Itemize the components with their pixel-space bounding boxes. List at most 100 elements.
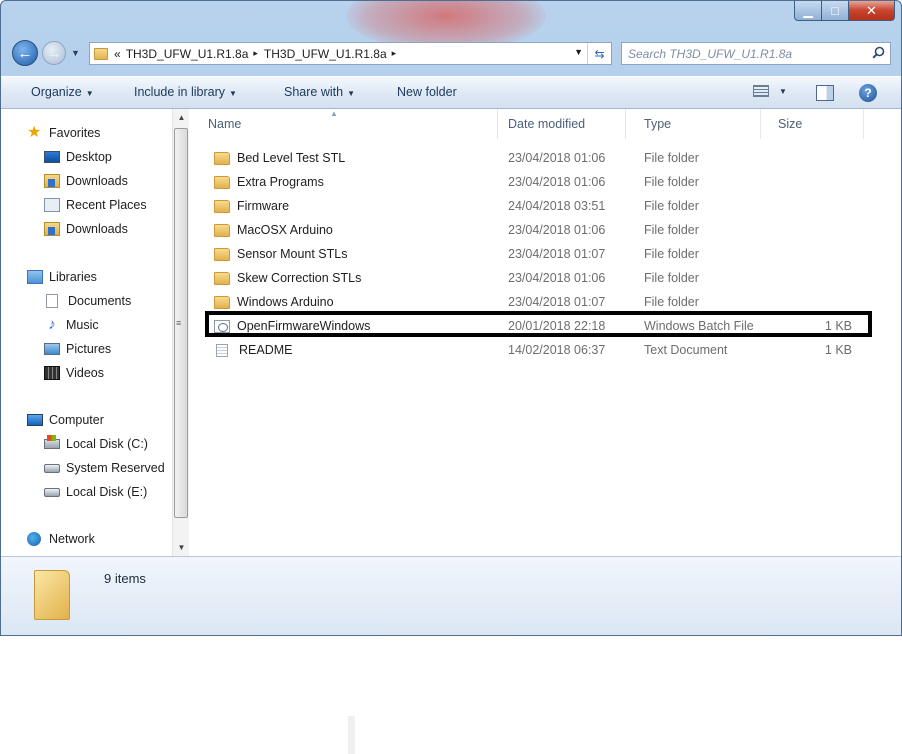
preview-pane-button[interactable] xyxy=(816,85,834,101)
include-in-library-label: Include in library xyxy=(134,85,226,99)
file-type: File folder xyxy=(644,247,699,261)
nav-item-local-disk-c[interactable]: Local Disk (C:) xyxy=(44,434,148,454)
nav-favorites[interactable]: ★ Favorites xyxy=(27,123,100,143)
nav-network[interactable]: Network xyxy=(27,529,95,549)
forward-button[interactable]: → xyxy=(42,41,66,65)
search-input[interactable]: Search TH3D_UFW_U1.R1.8a xyxy=(621,42,891,65)
system-disk-icon xyxy=(44,435,60,449)
file-row[interactable]: OpenFirmwareWindows 20/01/2018 22:18 Windo… xyxy=(210,314,862,338)
downloads-icon xyxy=(44,222,60,236)
star-icon: ★ xyxy=(27,124,42,141)
column-header-name[interactable]: Name ▲ xyxy=(191,109,498,139)
nav-label: Desktop xyxy=(66,150,112,164)
nav-item-desktop[interactable]: Desktop xyxy=(44,147,112,167)
content-area: ★ Favorites Desktop Downloads Recent Pla… xyxy=(1,109,901,556)
file-date-modified: 23/04/2018 01:07 xyxy=(508,247,606,261)
search-icon[interactable] xyxy=(872,46,885,59)
file-date-modified: 24/04/2018 03:51 xyxy=(508,199,606,213)
nav-item-pictures[interactable]: Pictures xyxy=(44,339,111,359)
file-type: File folder xyxy=(644,199,699,213)
breadcrumb-separator-icon[interactable]: ▸ xyxy=(392,48,397,59)
item-count: 9 items xyxy=(104,571,146,586)
file-row[interactable]: Sensor Mount STLs 23/04/2018 01:07 File fo… xyxy=(210,242,862,266)
close-button[interactable]: ✕ xyxy=(849,1,895,21)
scroll-down-button[interactable]: ▼ xyxy=(173,539,190,556)
folder-icon xyxy=(214,247,230,261)
nav-label: Local Disk (E:) xyxy=(66,485,148,499)
file-name: Firmware xyxy=(237,199,290,213)
file-row[interactable]: Windows Arduino 23/04/2018 01:07 File fold… xyxy=(210,290,862,314)
chevron-down-icon: ▼ xyxy=(85,89,94,98)
column-header-type[interactable]: Type xyxy=(627,109,761,139)
address-row: ← → ▼ « TH3D_UFW_U1.R1.8a ▸ TH3D_UFW_U1.… xyxy=(1,39,901,69)
file-row[interactable]: Firmware 24/04/2018 03:51 File folder xyxy=(210,194,862,218)
file-row[interactable]: Bed Level Test STL 23/04/2018 01:06 File f… xyxy=(210,146,862,170)
navigation-scrollbar[interactable]: ▲ ≡ ▼ xyxy=(172,109,189,556)
chevron-down-icon: ▼ xyxy=(779,86,787,96)
file-name-cell: Bed Level Test STL xyxy=(214,146,345,170)
include-in-library-menu[interactable]: Include in library ▼ xyxy=(134,85,237,99)
file-date-modified: 23/04/2018 01:07 xyxy=(508,295,606,309)
nav-item-local-disk-e[interactable]: Local Disk (E:) xyxy=(44,482,147,502)
search-placeholder: Search TH3D_UFW_U1.R1.8a xyxy=(628,46,793,61)
nav-label: Network xyxy=(49,532,95,546)
nav-item-documents[interactable]: Documents xyxy=(44,291,131,311)
nav-label: Music xyxy=(66,318,99,332)
nav-item-recent-places[interactable]: Recent Places xyxy=(44,195,147,215)
file-name: Windows Arduino xyxy=(237,295,334,309)
column-header-date-modified[interactable]: Date modified xyxy=(491,109,626,139)
nav-label: Pictures xyxy=(66,342,112,356)
address-bar[interactable]: « TH3D_UFW_U1.R1.8a ▸ TH3D_UFW_U1.R1.8a … xyxy=(89,42,612,65)
file-date-modified: 20/01/2018 22:18 xyxy=(508,319,606,333)
videos-icon xyxy=(44,366,60,380)
back-button[interactable]: ← xyxy=(12,40,38,66)
nav-libraries[interactable]: Libraries xyxy=(27,267,97,287)
share-with-menu[interactable]: Share with ▼ xyxy=(284,85,355,99)
file-row[interactable]: README 14/02/2018 06:37 Text Document 1 KB xyxy=(210,338,862,362)
help-button[interactable]: ? xyxy=(859,84,877,102)
nav-item-videos[interactable]: Videos xyxy=(44,363,104,383)
refresh-icon: ⇆ xyxy=(594,46,605,61)
breadcrumb-overflow[interactable]: « xyxy=(114,47,121,61)
organize-menu[interactable]: Organize ▼ xyxy=(31,85,94,99)
breadcrumb-separator-icon[interactable]: ▸ xyxy=(253,48,258,59)
file-row[interactable]: Skew Correction STLs 23/04/2018 01:06 File… xyxy=(210,266,862,290)
nav-item-music[interactable]: ♪ Music xyxy=(44,315,99,335)
file-date-modified: 23/04/2018 01:06 xyxy=(508,151,606,165)
nav-item-system-reserved[interactable]: System Reserved xyxy=(44,458,165,478)
nav-item-downloads[interactable]: Downloads xyxy=(44,219,128,239)
file-name-cell: Windows Arduino xyxy=(214,290,334,314)
maximize-button[interactable]: □ xyxy=(822,1,849,21)
details-pane: 9 items xyxy=(1,556,901,635)
computer-icon xyxy=(27,414,43,426)
arrow-left-icon: ← xyxy=(17,44,33,62)
file-row[interactable]: Extra Programs 23/04/2018 01:06 File folde… xyxy=(210,170,862,194)
breadcrumb-item[interactable]: TH3D_UFW_U1.R1.8a xyxy=(126,47,249,61)
minimize-button[interactable]: ▁ xyxy=(794,1,822,21)
recent-pages-dropdown[interactable]: ▼ xyxy=(71,48,80,58)
file-row[interactable]: MacOSX Arduino 23/04/2018 01:06 File folde… xyxy=(210,218,862,242)
folder-icon xyxy=(214,271,230,285)
new-folder-button[interactable]: New folder xyxy=(397,85,457,99)
nav-computer[interactable]: Computer xyxy=(27,410,104,430)
arrow-right-icon: → xyxy=(46,44,62,62)
text-document-icon xyxy=(216,343,228,357)
folder-icon xyxy=(94,47,108,60)
file-date-modified: 23/04/2018 01:06 xyxy=(508,175,606,189)
folder-icon xyxy=(214,199,230,213)
file-type: File folder xyxy=(644,223,699,237)
breadcrumb-item[interactable]: TH3D_UFW_U1.R1.8a xyxy=(264,47,387,61)
file-name: Bed Level Test STL xyxy=(237,151,346,165)
change-view-button[interactable]: ▼ xyxy=(753,85,787,97)
refresh-button[interactable]: ⇆ xyxy=(587,43,611,64)
scroll-up-button[interactable]: ▲ xyxy=(173,109,190,126)
file-type: File folder xyxy=(644,295,699,309)
chevron-down-icon: ▼ xyxy=(229,89,237,98)
column-header-size[interactable]: Size xyxy=(761,109,864,139)
view-details-icon xyxy=(753,85,769,97)
chevron-down-icon: ▼ xyxy=(347,89,355,98)
file-name-cell: MacOSX Arduino xyxy=(214,218,333,242)
nav-item-downloads[interactable]: Downloads xyxy=(44,171,128,191)
file-name: OpenFirmwareWindows xyxy=(237,319,371,333)
address-dropdown-icon[interactable]: ▼ xyxy=(574,47,583,57)
